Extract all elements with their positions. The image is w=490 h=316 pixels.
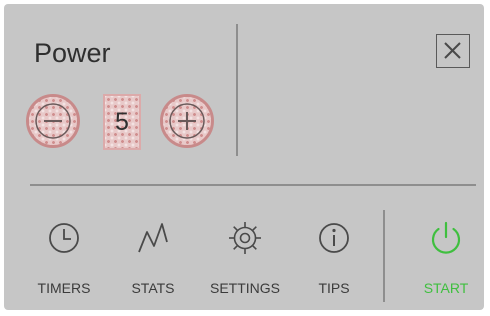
clock-icon — [49, 223, 79, 253]
power-icon — [431, 221, 461, 254]
nav-timers-button[interactable]: TIMERS — [21, 216, 107, 302]
power-panel: Power 5 TIMERS STATS SETTINGS TIPS START — [4, 4, 484, 310]
nav-stats-button[interactable]: STATS — [110, 216, 196, 302]
nav-settings-label: SETTINGS — [209, 280, 280, 296]
nav-tips-button[interactable]: TIPS — [291, 216, 377, 302]
start-label: START — [423, 280, 469, 296]
chart-line-icon — [138, 223, 168, 253]
vertical-divider-bottom — [383, 210, 385, 302]
vertical-divider-top — [236, 24, 238, 156]
gear-icon — [229, 222, 261, 254]
close-icon — [444, 42, 461, 59]
minus-icon — [35, 103, 71, 139]
start-button[interactable]: START — [403, 216, 489, 302]
horizontal-divider — [30, 184, 476, 186]
increase-power-button[interactable] — [160, 94, 214, 148]
nav-settings-button[interactable]: SETTINGS — [202, 216, 288, 302]
power-value-display: 5 — [103, 94, 141, 150]
decrease-power-button[interactable] — [26, 94, 80, 148]
info-icon — [319, 223, 349, 253]
power-value: 5 — [115, 107, 129, 136]
power-title: Power — [34, 38, 111, 68]
nav-tips-label: TIPS — [318, 280, 350, 296]
nav-timers-label: TIMERS — [37, 280, 91, 296]
nav-stats-label: STATS — [131, 280, 175, 296]
close-button[interactable] — [436, 34, 470, 68]
plus-icon — [169, 103, 205, 139]
